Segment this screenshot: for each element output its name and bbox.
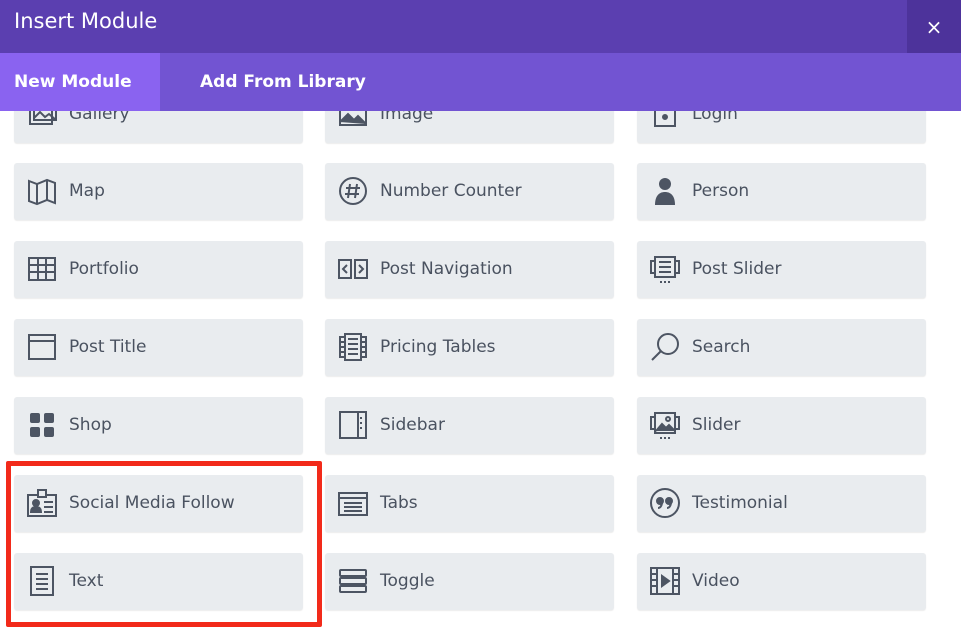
post-slider-icon [649,253,681,285]
number-counter-icon [337,175,369,207]
module-map[interactable]: Map [14,163,303,220]
module-portfolio[interactable]: Portfolio [14,241,303,298]
module-label: Toggle [380,571,435,591]
sidebar-icon [337,409,369,441]
tab-new-module[interactable]: New Module [0,53,160,111]
module-label: Search [692,337,751,357]
module-pricing-tables[interactable]: Pricing Tables [325,319,614,376]
module-label: Portfolio [69,259,139,279]
module-label: Tabs [380,493,418,513]
close-button[interactable]: × [907,0,961,53]
module-tabs[interactable]: Tabs [325,475,614,532]
text-icon [26,565,58,597]
tab-add-from-library[interactable]: Add From Library [200,53,366,111]
search-icon [649,331,681,363]
module-label: Slider [692,415,741,435]
portfolio-icon [26,253,58,285]
module-label: Sidebar [380,415,445,435]
tab-label: Add From Library [200,72,366,92]
shop-icon [26,409,58,441]
module-label: Text [69,571,104,591]
module-label: Number Counter [380,181,522,201]
close-icon: × [925,14,943,39]
map-icon [26,175,58,207]
module-sidebar[interactable]: Sidebar [325,397,614,454]
module-social-media-follow[interactable]: Social Media Follow [14,475,303,532]
module-post-slider[interactable]: Post Slider [637,241,926,298]
social-media-follow-icon [26,487,58,519]
pricing-tables-icon [337,331,369,363]
testimonial-icon [649,487,681,519]
module-person[interactable]: Person [637,163,926,220]
module-label: Post Slider [692,259,782,279]
module-label: Map [69,181,105,201]
toggle-icon [337,565,369,597]
module-label: Post Navigation [380,259,513,279]
slider-icon [649,409,681,441]
module-toggle[interactable]: Toggle [325,553,614,610]
module-label: Video [692,571,740,591]
video-icon [649,565,681,597]
person-icon [649,175,681,207]
module-post-title[interactable]: Post Title [14,319,303,376]
dialog-header: Insert Module × [0,0,961,53]
module-testimonial[interactable]: Testimonial [637,475,926,532]
post-title-icon [26,331,58,363]
module-label: Shop [69,415,112,435]
module-label: Social Media Follow [69,493,235,513]
post-navigation-icon [337,253,369,285]
dialog-title: Insert Module [14,9,158,33]
module-label: Person [692,181,750,201]
module-video[interactable]: Video [637,553,926,610]
tab-label: New Module [14,72,132,92]
module-label: Pricing Tables [380,337,496,357]
module-shop[interactable]: Shop [14,397,303,454]
tab-bar: New Module Add From Library [0,53,961,111]
module-slider[interactable]: Slider [637,397,926,454]
module-label: Testimonial [692,493,788,513]
tabs-icon [337,487,369,519]
module-text[interactable]: Text [14,553,303,610]
module-search[interactable]: Search [637,319,926,376]
module-post-navigation[interactable]: Post Navigation [325,241,614,298]
module-label: Post Title [69,337,147,357]
module-number-counter[interactable]: Number Counter [325,163,614,220]
